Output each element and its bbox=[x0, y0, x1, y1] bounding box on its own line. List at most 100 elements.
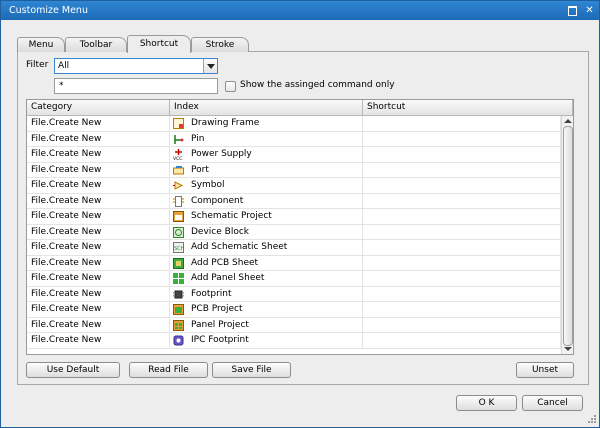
vertical-scrollbar[interactable] bbox=[561, 116, 573, 354]
table-row[interactable]: File.Create New Port bbox=[27, 162, 561, 178]
drawing-frame-icon bbox=[173, 118, 184, 129]
pin-icon bbox=[173, 134, 184, 145]
category-cell: File.Create New bbox=[27, 162, 170, 178]
use-default-button[interactable]: Use Default bbox=[26, 362, 120, 378]
table-row[interactable]: File.Create New SCH Add Schematic Sheet bbox=[27, 240, 561, 256]
shortcut-cell[interactable] bbox=[363, 162, 561, 178]
index-cell: Add Panel Sheet bbox=[170, 271, 363, 286]
index-cell: Device Block bbox=[170, 224, 363, 240]
table-row[interactable]: File.Create New Symbol bbox=[27, 178, 561, 194]
index-label: Device Block bbox=[191, 226, 249, 237]
read-file-button[interactable]: Read File bbox=[129, 362, 208, 378]
table-row[interactable]: File.Create New IPC Footprint bbox=[27, 333, 561, 349]
index-label: Panel Project bbox=[191, 319, 249, 330]
tab-label: Menu bbox=[28, 40, 54, 50]
window-title: Customize Menu bbox=[9, 5, 88, 16]
table-row[interactable]: File.Create New Schematic Project bbox=[27, 209, 561, 225]
tab-stroke[interactable]: Stroke bbox=[191, 37, 249, 52]
shortcut-cell[interactable] bbox=[363, 131, 561, 147]
shortcut-cell[interactable] bbox=[363, 333, 561, 348]
index-cell: Drawing Frame bbox=[170, 116, 363, 131]
shortcut-cell[interactable] bbox=[363, 116, 561, 131]
shortcut-cell[interactable] bbox=[363, 209, 561, 224]
shortcut-cell[interactable] bbox=[363, 147, 561, 162]
component-icon bbox=[173, 195, 184, 207]
shortcut-cell[interactable] bbox=[363, 224, 561, 240]
save-file-button[interactable]: Save File bbox=[212, 362, 291, 378]
device-block-icon bbox=[173, 226, 184, 238]
column-header-shortcut[interactable]: Shortcut bbox=[363, 100, 573, 115]
table-row[interactable]: File.Create New Component bbox=[27, 193, 561, 209]
index-cell: IPC Footprint bbox=[170, 333, 363, 348]
resize-grip-icon[interactable] bbox=[587, 414, 596, 423]
column-header-index[interactable]: Index bbox=[170, 100, 363, 115]
close-icon[interactable]: ✕ bbox=[584, 5, 595, 16]
table-row[interactable]: File.Create New Device Block bbox=[27, 224, 561, 240]
title-bar[interactable]: Customize Menu ✕ bbox=[1, 1, 599, 20]
scroll-thumb[interactable] bbox=[563, 126, 573, 346]
table-row[interactable]: File.Create New Add PCB Sheet bbox=[27, 255, 561, 271]
shortcut-cell[interactable] bbox=[363, 240, 561, 255]
category-cell: File.Create New bbox=[27, 147, 170, 162]
category-cell: File.Create New bbox=[27, 333, 170, 348]
index-label: Pin bbox=[191, 133, 205, 144]
category-cell: File.Create New bbox=[27, 240, 170, 255]
index-cell: Schematic Project bbox=[170, 209, 363, 224]
column-header-category[interactable]: Category bbox=[27, 100, 170, 115]
shortcut-cell[interactable] bbox=[363, 178, 561, 193]
table-row[interactable]: File.Create New PCB Project bbox=[27, 302, 561, 318]
index-label: Symbol bbox=[191, 180, 225, 190]
index-cell: Pin bbox=[170, 131, 363, 147]
table-row[interactable]: File.Create New Pin bbox=[27, 131, 561, 147]
table-row[interactable]: File.Create New Drawing Frame bbox=[27, 116, 561, 132]
shortcut-cell[interactable] bbox=[363, 255, 561, 271]
category-cell: File.Create New bbox=[27, 209, 170, 224]
svg-text:VCC: VCC bbox=[173, 156, 182, 160]
category-cell: File.Create New bbox=[27, 286, 170, 302]
filter-value: All bbox=[58, 61, 70, 71]
shortcut-cell[interactable] bbox=[363, 271, 561, 286]
index-cell: SCH Add Schematic Sheet bbox=[170, 240, 363, 255]
tab-label: Toolbar bbox=[79, 40, 113, 50]
filter-pattern-input[interactable]: * bbox=[54, 78, 218, 94]
unset-button[interactable]: Unset bbox=[516, 362, 574, 378]
show-assigned-label[interactable]: Show the assinged command only bbox=[240, 80, 395, 90]
category-cell: File.Create New bbox=[27, 224, 170, 240]
grid-header: Category Index Shortcut bbox=[27, 100, 573, 116]
panel-project-icon bbox=[173, 319, 184, 331]
schematic-sheet-icon: SCH bbox=[173, 242, 185, 253]
index-cell: PCB Project bbox=[170, 302, 363, 317]
table-row[interactable]: File.Create New VCC Power Supply bbox=[27, 147, 561, 163]
ok-button[interactable]: O K bbox=[456, 395, 517, 411]
show-assigned-checkbox[interactable] bbox=[225, 81, 236, 92]
table-row[interactable]: File.Create New Add Panel Sheet bbox=[27, 271, 561, 287]
index-label: Drawing Frame bbox=[191, 118, 260, 128]
scroll-down-icon[interactable] bbox=[564, 347, 572, 351]
maximize-icon[interactable] bbox=[567, 5, 578, 16]
tab-menu[interactable]: Menu bbox=[17, 37, 65, 52]
index-label: IPC Footprint bbox=[191, 335, 249, 345]
scroll-up-icon[interactable] bbox=[564, 119, 572, 123]
category-cell: File.Create New bbox=[27, 178, 170, 193]
shortcut-cell[interactable] bbox=[363, 317, 561, 333]
cancel-button[interactable]: Cancel bbox=[522, 395, 583, 411]
tab-toolbar[interactable]: Toolbar bbox=[65, 37, 127, 52]
filter-label: Filter bbox=[26, 60, 49, 70]
shortcut-cell[interactable] bbox=[363, 286, 561, 302]
table-row[interactable]: File.Create New Panel Project bbox=[27, 317, 561, 333]
table-row[interactable]: File.Create New Footprint bbox=[27, 286, 561, 302]
index-cell: VCC Power Supply bbox=[170, 147, 363, 162]
category-cell: File.Create New bbox=[27, 302, 170, 317]
shortcut-cell[interactable] bbox=[363, 302, 561, 317]
symbol-icon bbox=[173, 180, 184, 191]
shortcut-cell[interactable] bbox=[363, 193, 561, 209]
tab-label: Shortcut bbox=[139, 39, 179, 49]
index-label: Add Schematic Sheet bbox=[191, 242, 288, 252]
index-cell: Add PCB Sheet bbox=[170, 255, 363, 271]
chevron-down-icon[interactable] bbox=[203, 59, 217, 73]
tab-shortcut[interactable]: Shortcut bbox=[127, 35, 191, 53]
category-cell: File.Create New bbox=[27, 255, 170, 271]
pcb-sheet-icon bbox=[173, 257, 184, 269]
index-cell: Symbol bbox=[170, 178, 363, 193]
filter-combobox[interactable]: All bbox=[54, 58, 218, 74]
